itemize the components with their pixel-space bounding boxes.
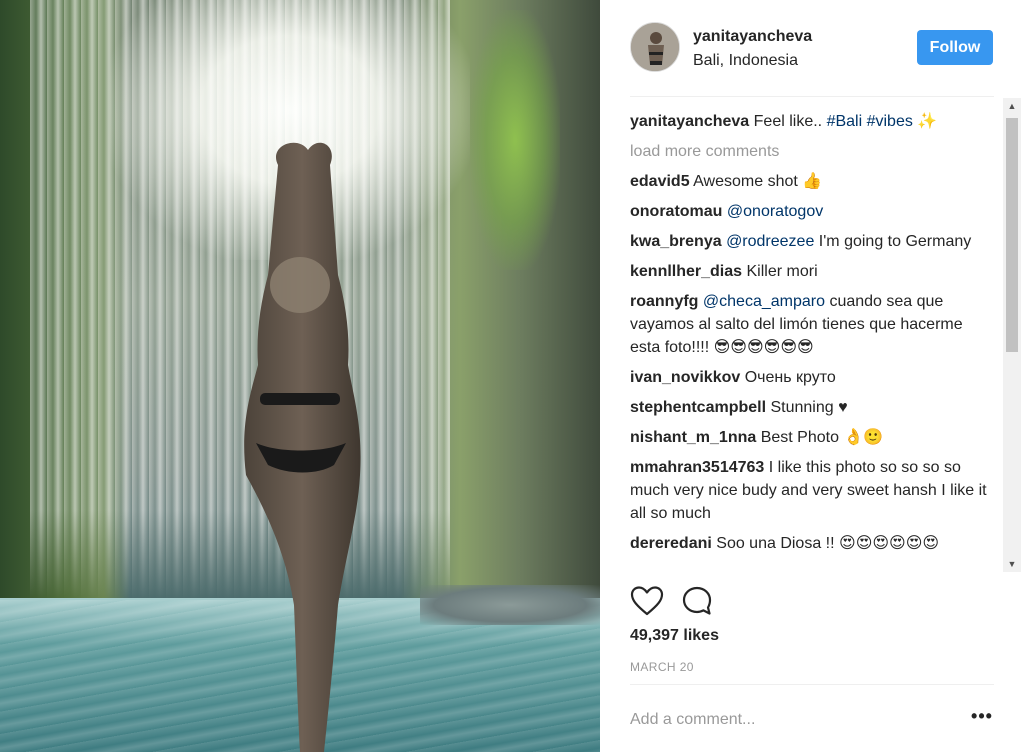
comment-bubble-icon[interactable] xyxy=(681,585,715,617)
footer-divider xyxy=(630,684,994,685)
comment-username[interactable]: dereredani xyxy=(630,535,712,552)
list-item: roannyfg @checa_amparo cuando sea que va… xyxy=(630,290,994,359)
post-photo[interactable] xyxy=(0,0,600,752)
comment-username[interactable]: edavid5 xyxy=(630,173,690,190)
comment-text: Best Photo 👌🙂 xyxy=(760,429,884,446)
avatar-image-icon xyxy=(631,23,679,71)
hashtag-vibes[interactable]: #vibes xyxy=(867,113,913,130)
scroll-down-arrow-icon[interactable]: ▼ xyxy=(1003,556,1021,572)
comment-username[interactable]: stephentcampbell xyxy=(630,399,766,416)
photo-rocks xyxy=(420,585,600,625)
follow-button[interactable]: Follow xyxy=(917,30,993,65)
list-item: edavid5 Awesome shot 👍 xyxy=(630,170,994,193)
comment-text: Stunning ♥ xyxy=(770,399,848,416)
caption-username[interactable]: yanitayancheva xyxy=(630,113,749,130)
list-item: mmahran3514763 I like this photo so so s… xyxy=(630,456,994,525)
caption-text: Feel like.. xyxy=(753,113,823,130)
caption: yanitayancheva Feel like.. #Bali #vibes … xyxy=(630,110,994,133)
list-item: kwa_brenya @rodreezee I'm going to Germa… xyxy=(630,230,994,253)
comments-scrollbar[interactable]: ▲ ▼ xyxy=(1003,98,1021,572)
list-item: onoratomau @onoratogov xyxy=(630,200,994,223)
photo-moss xyxy=(470,10,560,270)
list-item: stephentcampbell Stunning ♥ xyxy=(630,396,994,419)
more-options-button[interactable]: ••• xyxy=(970,707,994,727)
heart-icon[interactable] xyxy=(630,585,664,617)
list-item: kennllher_dias Killer mori xyxy=(630,260,994,283)
add-comment-input[interactable] xyxy=(630,705,960,735)
comment-text: I'm going to Germany xyxy=(814,233,972,250)
list-item: nishant_m_1nna Best Photo 👌🙂 xyxy=(630,426,994,449)
load-more-comments-link[interactable]: load more comments xyxy=(630,140,994,163)
post-date[interactable]: MARCH 20 xyxy=(630,660,694,674)
post-actions xyxy=(630,585,994,617)
comment-text: Очень круто xyxy=(744,369,836,386)
scroll-up-arrow-icon[interactable]: ▲ xyxy=(1003,98,1021,114)
comment-username[interactable]: nishant_m_1nna xyxy=(630,429,756,446)
comment-mention[interactable]: @onoratogov xyxy=(727,203,823,220)
comment-username[interactable]: onoratomau xyxy=(630,203,722,220)
likes-count[interactable]: 49,397 likes xyxy=(630,627,719,645)
author-avatar[interactable] xyxy=(630,22,680,72)
sparkle-emoji-icon: ✨ xyxy=(917,113,938,130)
comment-username[interactable]: kennllher_dias xyxy=(630,263,742,280)
comment-username[interactable]: mmahran3514763 xyxy=(630,459,764,476)
scroll-thumb[interactable] xyxy=(1006,118,1018,352)
header-divider xyxy=(630,96,994,97)
comment-username[interactable]: kwa_brenya xyxy=(630,233,722,250)
hashtag-bali[interactable]: #Bali xyxy=(827,113,863,130)
photo-figure xyxy=(244,142,361,752)
author-username[interactable]: yanitayancheva xyxy=(693,28,812,46)
comment-text: Awesome shot 👍 xyxy=(693,173,823,190)
list-item: dereredani Soo una Diosa !! 😍😍😍😍😍😍 xyxy=(630,532,994,555)
comment-text: Killer mori xyxy=(746,263,818,280)
comment-mention[interactable]: @rodreezee xyxy=(726,233,814,250)
post-location[interactable]: Bali, Indonesia xyxy=(693,52,798,70)
list-item: ivan_novikkov Очень круто xyxy=(630,366,994,389)
post-header: yanitayancheva Bali, Indonesia Follow xyxy=(630,22,994,78)
comment-username[interactable]: roannyfg xyxy=(630,293,698,310)
comment-username[interactable]: ivan_novikkov xyxy=(630,369,740,386)
comment-mention[interactable]: @checa_amparo xyxy=(703,293,825,310)
comment-text: Soo una Diosa !! 😍😍😍😍😍😍 xyxy=(716,535,940,552)
comments-list: yanitayancheva Feel like.. #Bali #vibes … xyxy=(630,110,994,572)
